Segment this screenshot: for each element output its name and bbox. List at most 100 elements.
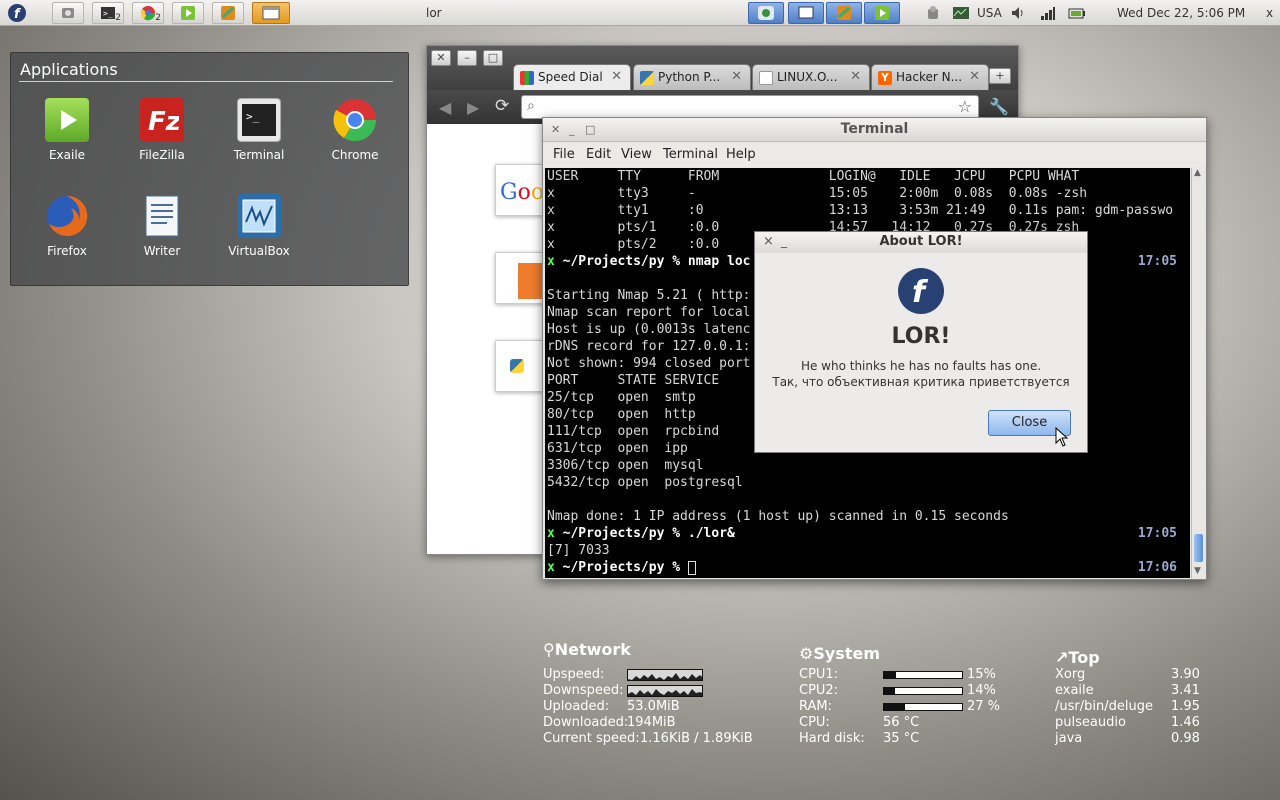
bookmark-star-icon[interactable]: ☆ [958,97,972,116]
menu-view[interactable]: View [621,147,652,162]
forward-icon[interactable]: ▶ [467,98,479,117]
tray-app-icon-1[interactable] [748,2,784,24]
tab-speed-dial[interactable]: Speed Dial ✕ [513,64,631,91]
omnibox[interactable]: ⌕ ☆ [521,95,979,119]
scroll-up-icon[interactable]: ▲ [1194,168,1201,178]
app-label: Terminal [233,148,285,162]
about-title: About LOR! [879,234,963,249]
tray-app-icon-3[interactable] [826,2,862,24]
downspeed-label: Downspeed: [543,683,624,698]
about-titlebar: × _ About LOR! [755,232,1087,253]
scrollbar-thumb[interactable] [1194,534,1203,562]
volume-icon[interactable] [1010,5,1026,24]
system-heading: ⚙System [799,644,880,663]
close-tab-icon[interactable]: ✕ [731,69,742,84]
browser-maximize-button[interactable]: □ [483,50,503,66]
svg-text:>_: >_ [103,9,113,18]
top-process-value: 3.41 [1171,683,1200,698]
browser-close-button[interactable]: ✕ [431,50,451,66]
terminal-output-line: [7] 7033 [547,543,610,558]
ram-label: RAM: [799,699,832,714]
app-label: Writer [143,244,181,258]
system-monitor-icon[interactable] [952,5,970,24]
svg-text:>_: >_ [246,110,260,123]
terminal-output-line: Nmap done: 1 IP address (1 host up) scan… [547,509,1009,524]
screenshot-icon[interactable] [52,2,84,24]
wrench-icon[interactable]: 🔧 [989,97,1009,116]
top-process-name: /usr/bin/deluge [1055,699,1153,714]
menu-terminal[interactable]: Terminal [663,147,718,162]
chrome-group-icon[interactable]: 2 [132,2,164,24]
back-icon[interactable]: ◀ [439,98,451,117]
network-heading: ⚲Network [543,640,631,659]
app-label: FileZilla [139,148,185,162]
speed-dial-icon [520,71,534,85]
network-signal-icon[interactable] [1040,5,1056,24]
close-tab-icon[interactable]: ✕ [969,69,980,84]
tab-python[interactable]: Python P... ✕ [633,64,751,90]
tray-app-icon-2[interactable] [788,2,824,24]
terminal-titlebar: ✕ _ □ Terminal [543,118,1206,142]
svg-text:Fz: Fz [148,107,179,137]
reload-icon[interactable]: ⟳ [495,96,509,116]
hacker-news-icon: Y [878,71,892,85]
chrome-icon [333,98,377,142]
hard-disk-temp-value: 35 °C [883,731,920,746]
uploaded-value: 53.0MiB [627,699,680,714]
terminal-scrollbar[interactable]: ▲ ▼ [1191,168,1205,578]
app-launcher-filezilla[interactable]: Fz FileZilla [122,98,202,162]
virtualbox-icon [237,194,281,238]
close-tab-icon[interactable]: ✕ [850,69,861,84]
app-launcher-exaile[interactable]: Exaile [27,98,107,162]
active-window-title: lor [426,6,442,20]
top-title: Top [1068,648,1100,667]
terminal-group-icon[interactable]: >_ 2 [92,2,124,24]
keyboard-layout[interactable]: USA [977,6,1002,20]
system-title: System [813,644,880,663]
tab-hacker-news[interactable]: Y Hacker N... ✕ [871,64,989,90]
cpu1-bar [883,671,963,679]
notification-icon[interactable] [926,5,940,24]
terminal-output-line: x tty1 :0 13:13 3:53m 21:49 0.11s pam: g… [547,203,1174,218]
menu-file[interactable]: File [553,147,575,162]
app-launcher-virtualbox[interactable]: VirtualBox [219,194,299,258]
close-tab-icon[interactable]: ✕ [611,69,622,84]
about-comments: He who thinks he has no faults has one. … [755,358,1087,390]
window-icon[interactable] [252,2,290,24]
menu-help[interactable]: Help [726,147,756,162]
conky-network: ⚲Network Upspeed: Downspeed: Uploaded: 5… [543,640,763,750]
top-process-name: Xorg [1055,667,1086,682]
app-launcher-firefox[interactable]: Firefox [27,194,107,258]
current-speed-value: 1.16KiB / 1.89KiB [640,731,753,746]
app-launcher-writer[interactable]: Writer [122,194,202,258]
panel-close-icon[interactable]: x [1266,6,1273,20]
tab-linux-org[interactable]: LINUX.O... ✕ [752,64,870,90]
terminal-output-line: USER TTY FROM LOGIN@ IDLE JCPU PCPU WHAT [547,169,1080,184]
top-process-value: 3.90 [1171,667,1200,682]
search-icon: ⌕ [527,98,535,114]
app-launcher-chrome[interactable]: Chrome [315,98,395,162]
app-label: VirtualBox [228,244,290,258]
cpu2-label: CPU2: [799,683,839,698]
new-tab-button[interactable]: + [989,68,1011,84]
tab-label: Python P... [658,70,721,84]
browser-minimize-button[interactable]: – [457,50,477,66]
svg-text:Goo: Goo [500,180,544,205]
prompt-user: x [547,254,555,269]
terminal-output-line: x tty3 - 15:05 2:00m 0.08s 0.08s -zsh [547,186,1088,201]
about-dialog: × _ About LOR! f LOR! He who thinks he h… [754,231,1088,453]
prompt-text: ~/Projects/py % [562,560,688,575]
prompt-time: 17:05 [1137,526,1177,541]
lor-app-icon[interactable] [212,2,244,24]
clock[interactable]: Wed Dec 22, 5:06 PM [1117,6,1245,20]
tray-app-icon-4[interactable] [864,2,900,24]
downloaded-value: 194MiB [627,715,676,730]
battery-icon[interactable] [1068,5,1086,24]
exaile-icon[interactable] [172,2,204,24]
fedora-menu-icon[interactable]: f [4,2,30,24]
top-process-value: 0.98 [1171,731,1200,746]
menu-edit[interactable]: Edit [586,147,611,162]
terminal-output-line: 3306/tcp open mysql [547,458,704,473]
app-launcher-terminal[interactable]: >_ Terminal [219,98,299,162]
scroll-down-icon[interactable]: ▼ [1194,566,1201,576]
